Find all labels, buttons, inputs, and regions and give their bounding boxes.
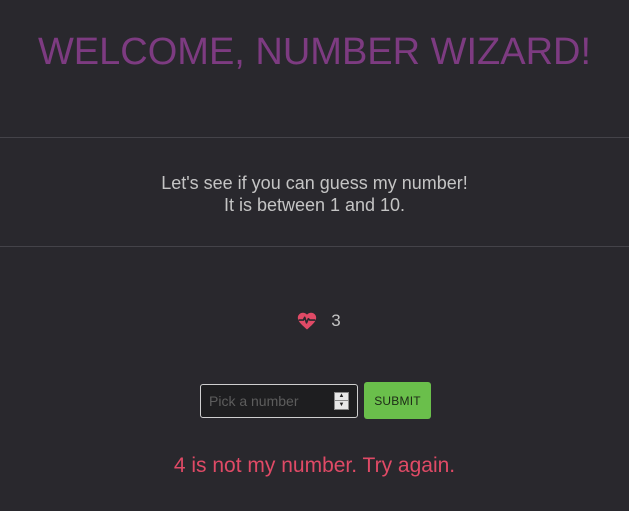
intro-text: Let's see if you can guess my number! It… bbox=[0, 172, 629, 216]
heartbeat-icon bbox=[296, 310, 318, 332]
lives-count: 3 bbox=[331, 311, 341, 330]
number-input-wrapper: ▲ ▼ bbox=[200, 383, 358, 418]
spin-down-icon[interactable]: ▼ bbox=[335, 401, 348, 409]
bottom-divider bbox=[0, 246, 629, 247]
top-divider bbox=[0, 137, 629, 138]
intro-line-2: It is between 1 and 10. bbox=[223, 195, 406, 215]
submit-button[interactable]: SUBMIT bbox=[364, 382, 431, 419]
number-spinner[interactable]: ▲ ▼ bbox=[334, 391, 349, 410]
spin-up-icon[interactable]: ▲ bbox=[335, 393, 348, 401]
guess-form: ▲ ▼ SUBMIT bbox=[200, 382, 431, 419]
number-input[interactable] bbox=[201, 384, 331, 417]
page-title: WELCOME, NUMBER WIZARD! bbox=[37, 31, 592, 73]
lives-display: 3 bbox=[0, 310, 629, 332]
intro-line-1: Let's see if you can guess my number! bbox=[161, 173, 468, 193]
feedback-message: 4 is not my number. Try again. bbox=[173, 454, 456, 477]
